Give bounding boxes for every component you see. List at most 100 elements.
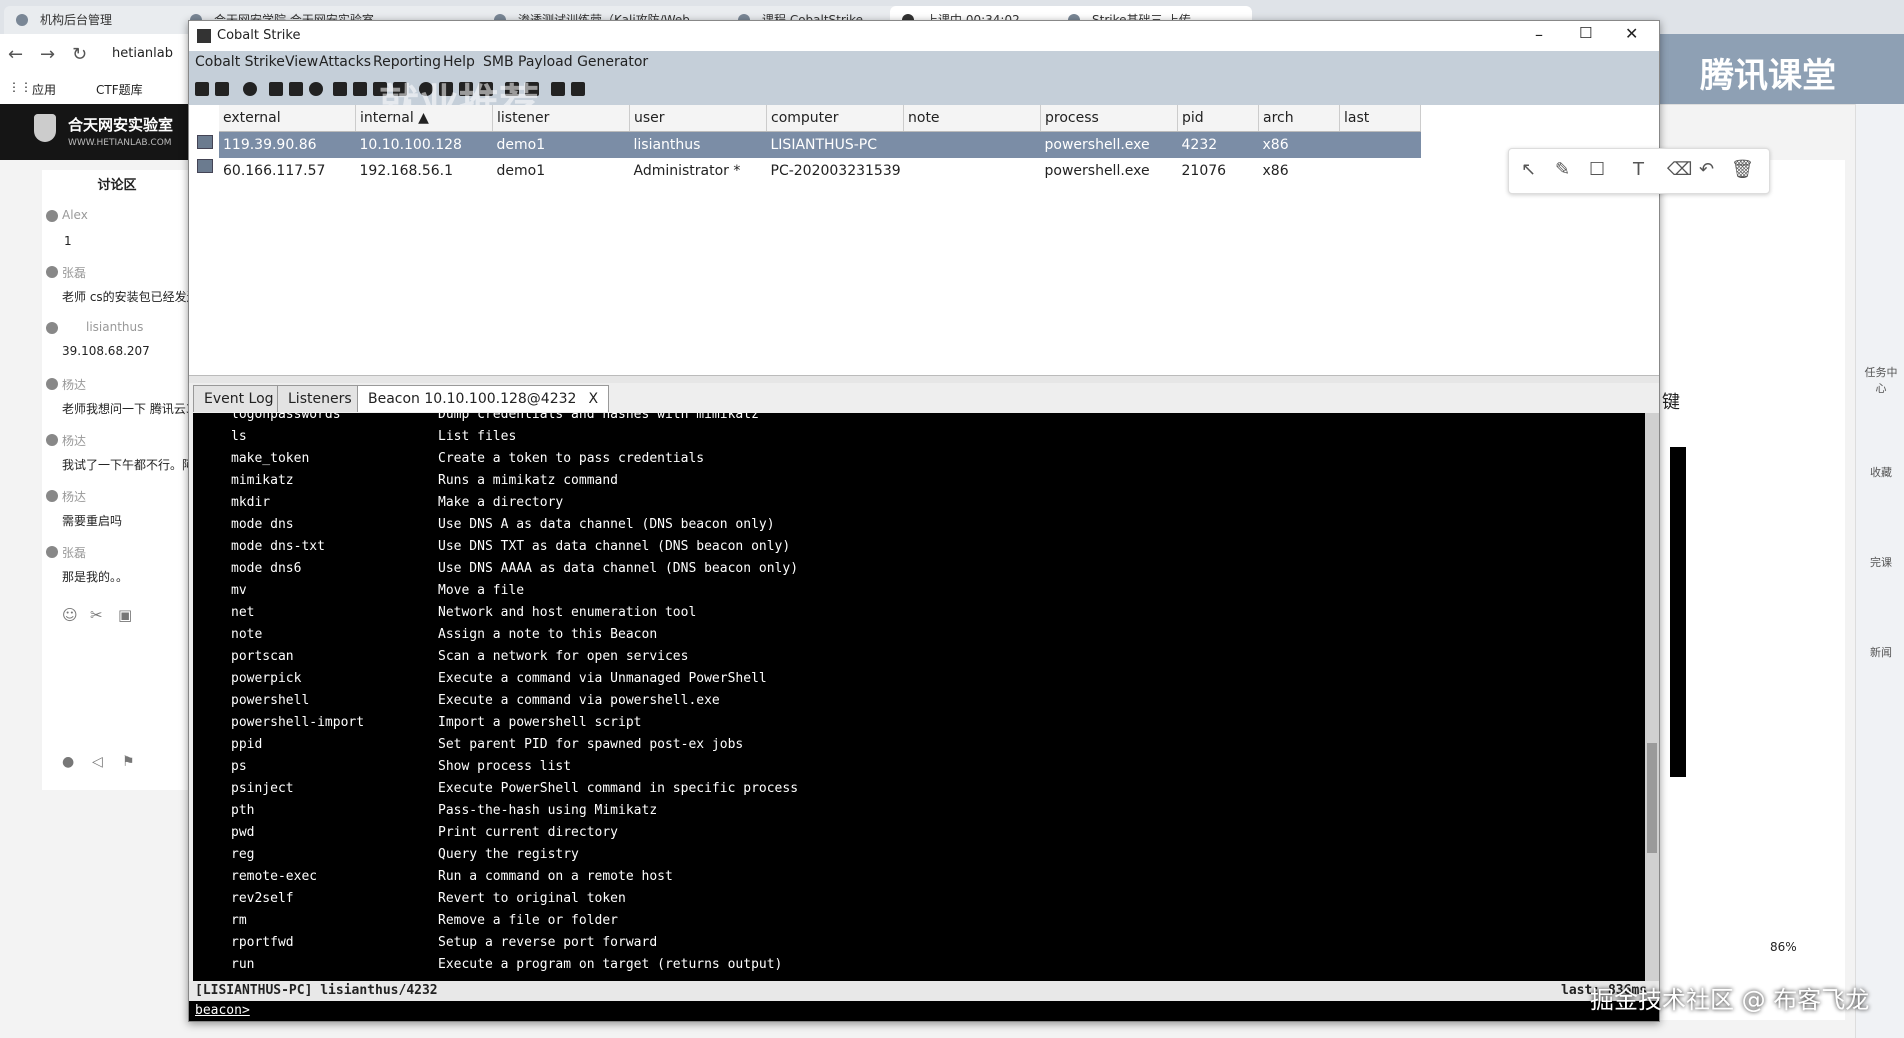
column-user[interactable]: user (629, 105, 767, 132)
console-command-desc: Show process list (438, 759, 572, 774)
cell-internal: 192.168.56.1 (359, 163, 454, 179)
disconnect-icon[interactable] (215, 82, 229, 96)
message-author: lisianthus (86, 320, 144, 334)
column-last[interactable]: last (1339, 105, 1421, 132)
console-command-desc: Setup a reverse port forward (438, 935, 658, 950)
command-input[interactable]: beacon> (189, 1001, 1659, 1021)
message-author: 杨达 (62, 378, 87, 392)
trash-icon[interactable]: 🗑 (1731, 159, 1754, 180)
forward-arrow-icon[interactable]: → (40, 44, 55, 65)
console-command-desc: Move a file (438, 583, 525, 598)
bookmark-apps[interactable]: 应用 (32, 81, 56, 98)
column-pid[interactable]: pid (1177, 105, 1259, 132)
session-table-icon[interactable] (289, 82, 303, 96)
menu-smb-payload-generator[interactable]: SMB Payload Generator (483, 54, 648, 70)
console-command-desc: Scan a network for open services (438, 649, 689, 664)
flag-icon[interactable]: ⚑ (122, 754, 135, 770)
maximize-icon[interactable]: ☐ (1579, 24, 1592, 42)
column-process[interactable]: process (1040, 105, 1178, 132)
pivot-graph-icon[interactable] (269, 82, 283, 96)
cell-pid: 21076 (1181, 163, 1227, 179)
avatar (46, 434, 58, 446)
menu-attacks[interactable]: Attacks (319, 54, 371, 70)
console-command-name: ls (231, 429, 247, 444)
right-content-area: 键 86% (1660, 160, 1845, 1020)
headphones-icon[interactable] (243, 82, 257, 96)
book-icon[interactable] (551, 82, 565, 96)
microphone-icon[interactable]: ● (62, 754, 74, 770)
console-command-name: powershell (231, 693, 310, 708)
column-computer[interactable]: computer (766, 105, 904, 132)
menu-view[interactable]: View (285, 54, 318, 70)
download-icon[interactable] (353, 82, 367, 96)
credentials-icon[interactable] (333, 82, 347, 96)
column-note[interactable]: note (903, 105, 1041, 132)
console-scrollbar[interactable] (1645, 413, 1659, 981)
column-internal[interactable]: internal ▲ (355, 105, 493, 132)
message-author: Alex (62, 208, 88, 222)
undo-icon[interactable]: ↶ (1699, 159, 1714, 180)
rail-favorite[interactable]: 收藏 (1864, 464, 1898, 480)
column-external[interactable]: external (219, 105, 356, 132)
message-text: 老师 cs的安装包已经发送 (62, 290, 190, 304)
close-icon[interactable]: ✕ (1625, 24, 1638, 43)
console-command-name: portscan (231, 649, 294, 664)
console-command-name: pth (231, 803, 255, 818)
rail-news[interactable]: 新闻 (1864, 644, 1898, 660)
window-title: Cobalt Strike (217, 28, 301, 43)
image-icon[interactable]: ▣ (118, 606, 132, 624)
address-input[interactable]: hetianlab (112, 46, 173, 61)
pen-icon[interactable]: ✎ (1555, 159, 1570, 180)
console-command-name: mv (231, 583, 247, 598)
console-command-name: rev2self (231, 891, 294, 906)
back-arrow-icon[interactable]: ← (8, 44, 23, 65)
avatar (46, 266, 58, 278)
scrollbar-thumb[interactable] (1647, 743, 1657, 853)
tab-close-icon[interactable]: X (588, 391, 598, 407)
cell-process: powershell.exe (1040, 131, 1178, 158)
cell-last (1339, 131, 1421, 158)
cell-arch: x86 (1258, 131, 1340, 158)
table-row[interactable]: 119.39.90.86 10.10.100.128 demo1 lisiant… (219, 131, 1421, 158)
scissors-icon[interactable]: ✂ (90, 606, 103, 624)
console-command-name: ppid (231, 737, 263, 752)
column-listener[interactable]: listener (492, 105, 630, 132)
menu-cobalt-strike[interactable]: Cobalt Strike (195, 54, 285, 70)
minimize-icon[interactable]: – (1535, 25, 1543, 44)
cube-icon[interactable] (571, 82, 585, 96)
reload-icon[interactable]: ↻ (72, 44, 87, 65)
discussion-panel: 讨论区 Alex 1 张磊 老师 cs的安装包已经发送 lisianthus 3… (42, 170, 193, 790)
status-session: [LISIANTHUS-PC] lisianthus/4232 (195, 983, 438, 998)
zoom-level[interactable]: 86% (1770, 940, 1797, 954)
eraser-icon[interactable]: ⌫ (1667, 159, 1692, 180)
pointer-icon[interactable]: ↖ (1521, 159, 1536, 180)
menu-help[interactable]: Help (443, 54, 475, 70)
menu-reporting[interactable]: Reporting (373, 54, 441, 70)
discussion-title: 讨论区 (97, 178, 137, 193)
new-connection-icon[interactable] (195, 82, 209, 96)
emoji-icon[interactable]: ☺ (62, 606, 78, 624)
tab-beacon[interactable]: Beacon 10.10.100.128@4232 X (357, 385, 610, 412)
bookmark-ctf[interactable]: CTF题库 (96, 81, 143, 98)
rail-task-center[interactable]: 任务中心 (1864, 364, 1898, 396)
text-icon[interactable]: T (1633, 159, 1644, 180)
message-author: 杨达 (62, 434, 87, 448)
console-command-desc: Execute a command via powershell.exe (438, 693, 720, 708)
app-icon (197, 29, 211, 43)
apps-grid-icon[interactable]: ⋮⋮ (8, 80, 32, 94)
table-row[interactable]: 60.166.117.57 192.168.56.1 demo1 Adminis… (219, 158, 1421, 184)
console-command-name: ps (231, 759, 247, 774)
column-arch[interactable]: arch (1258, 105, 1340, 132)
cell-user: lisianthus (629, 131, 767, 158)
sort-ascending-icon: ▲ (418, 110, 429, 126)
cell-internal: 10.10.100.128 (355, 131, 493, 158)
message-text: 老师我想问一下 腾讯云3 (62, 402, 190, 416)
avatar (46, 378, 58, 390)
rail-complete[interactable]: 完课 (1864, 554, 1898, 570)
speaker-icon[interactable]: ◁ (92, 754, 103, 770)
rectangle-icon[interactable]: ☐ (1589, 159, 1605, 180)
beacon-session-icon (197, 135, 213, 149)
target-icon[interactable] (309, 82, 323, 96)
window-titlebar: Cobalt Strike – ☐ ✕ (189, 21, 1659, 52)
beacon-console-output[interactable]: logonpasswords Dump credentials and hashe… (193, 413, 1645, 981)
